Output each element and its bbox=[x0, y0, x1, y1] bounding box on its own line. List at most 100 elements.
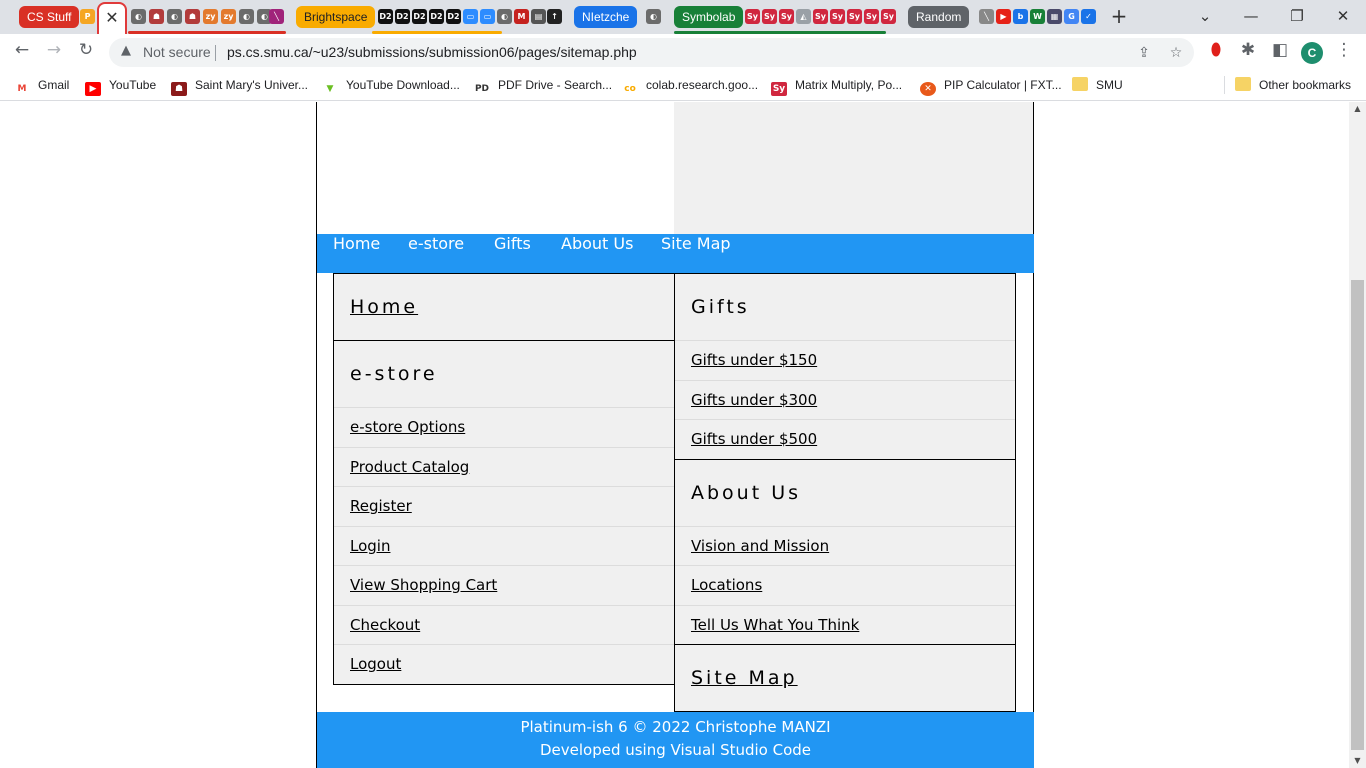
tab-favicon[interactable]: zy bbox=[221, 9, 236, 24]
bookmarks-separator bbox=[1224, 76, 1225, 94]
tab-favicon[interactable]: P bbox=[80, 9, 95, 24]
tab-group-cs-stuff[interactable]: CS Stuff bbox=[19, 6, 80, 28]
tab-group-brightspace[interactable]: Brightspace bbox=[296, 6, 376, 28]
tab-favicon[interactable]: ▭ bbox=[480, 9, 495, 24]
close-tab-icon[interactable]: ✕ bbox=[105, 8, 118, 27]
tab-favicon[interactable]: D2 bbox=[446, 9, 461, 24]
scrollbar-thumb[interactable] bbox=[1351, 280, 1364, 750]
login-link[interactable]: Login bbox=[350, 537, 390, 555]
tab-favicon[interactable]: Sy bbox=[864, 9, 879, 24]
close-window-button[interactable]: ✕ bbox=[1331, 4, 1355, 28]
restore-button[interactable]: ❐ bbox=[1285, 4, 1309, 28]
new-tab-button[interactable]: + bbox=[1107, 4, 1131, 28]
gifts-under-500-link[interactable]: Gifts under $500 bbox=[691, 430, 817, 448]
bookmark-star-icon[interactable]: ☆ bbox=[1166, 43, 1186, 63]
tab-favicon[interactable]: zy bbox=[203, 9, 218, 24]
address-bar[interactable]: ▲ Not secure ps.cs.smu.ca/~u23/submissio… bbox=[109, 38, 1194, 67]
other-bookmarks[interactable]: Other bookmarks bbox=[1235, 76, 1351, 94]
tab-favicon[interactable]: ▤ bbox=[531, 9, 546, 24]
list-item: Gifts under $500 bbox=[675, 419, 1015, 459]
logout-link[interactable]: Logout bbox=[350, 655, 401, 673]
tell-us-link[interactable]: Tell Us What You Think bbox=[691, 616, 859, 634]
nav-gifts[interactable]: Gifts bbox=[494, 234, 531, 273]
tab-favicon[interactable]: Sy bbox=[745, 9, 760, 24]
nav-about-us[interactable]: About Us bbox=[561, 234, 633, 273]
tab-favicon[interactable]: Sy bbox=[779, 9, 794, 24]
tab-favicon[interactable]: Sy bbox=[813, 9, 828, 24]
page-scrollbar[interactable]: ▲ ▼ bbox=[1349, 102, 1366, 768]
extensions-puzzle-icon[interactable]: ✱ bbox=[1236, 40, 1260, 64]
tab-favicon[interactable]: ☗ bbox=[149, 9, 164, 24]
menu-kebab-icon[interactable]: ⋮ bbox=[1332, 40, 1356, 64]
bookmark-folder-smu[interactable]: SMU bbox=[1072, 76, 1123, 94]
tab-favicon[interactable]: ↑ bbox=[547, 9, 562, 24]
security-label[interactable]: Not secure bbox=[143, 44, 211, 60]
nav-site-map[interactable]: Site Map bbox=[661, 234, 731, 273]
sitemap-site-map-heading[interactable]: Site Map bbox=[691, 667, 798, 689]
checkout-link[interactable]: Checkout bbox=[350, 616, 420, 634]
scroll-up-arrow-icon[interactable]: ▲ bbox=[1349, 102, 1366, 116]
gifts-under-300-link[interactable]: Gifts under $300 bbox=[691, 391, 817, 409]
register-link[interactable]: Register bbox=[350, 497, 412, 515]
nav-estore[interactable]: e-store bbox=[408, 234, 464, 273]
tab-favicon[interactable]: ◐ bbox=[131, 9, 146, 24]
bookmark-pdf-drive[interactable]: PD PDF Drive - Search... bbox=[474, 76, 612, 96]
share-icon[interactable]: ⇪ bbox=[1134, 43, 1154, 63]
tab-favicon[interactable]: W bbox=[1030, 9, 1045, 24]
product-catalog-link[interactable]: Product Catalog bbox=[350, 458, 469, 476]
bookmark-pip-calculator[interactable]: ✕ PIP Calculator | FXT... bbox=[920, 76, 1062, 96]
estore-options-link[interactable]: e-store Options bbox=[350, 418, 465, 436]
tab-favicon[interactable]: ▭ bbox=[463, 9, 478, 24]
tab-group-nietzche[interactable]: NIetzche bbox=[574, 6, 638, 28]
bookmark-smu[interactable]: ☗ Saint Mary's Univer... bbox=[171, 76, 308, 96]
tab-favicon[interactable]: G bbox=[1064, 9, 1079, 24]
back-arrow-icon[interactable]: ← bbox=[10, 40, 34, 64]
tab-favicon[interactable]: ╲ bbox=[979, 9, 994, 24]
tab-favicon[interactable]: ◐ bbox=[167, 9, 182, 24]
forward-arrow-icon[interactable]: → bbox=[42, 40, 66, 64]
tab-favicon[interactable]: Sy bbox=[847, 9, 862, 24]
active-tab[interactable]: ✕ bbox=[97, 2, 127, 34]
bookmark-gmail[interactable]: M Gmail bbox=[14, 76, 69, 96]
sitemap-home-heading[interactable]: Home bbox=[350, 296, 418, 318]
bookmark-youtube-downloader[interactable]: ▼ YouTube Download... bbox=[322, 76, 460, 96]
tab-favicon[interactable]: ◐ bbox=[239, 9, 254, 24]
side-panel-icon[interactable]: ◧ bbox=[1268, 40, 1292, 64]
tab-favicon[interactable]: ╲ bbox=[269, 9, 284, 24]
tab-favicon[interactable]: ◐ bbox=[646, 9, 661, 24]
gifts-under-150-link[interactable]: Gifts under $150 bbox=[691, 351, 817, 369]
opera-extension-icon[interactable]: ⬮ bbox=[1204, 40, 1228, 64]
scroll-down-arrow-icon[interactable]: ▼ bbox=[1349, 754, 1366, 768]
tab-group-random[interactable]: Random bbox=[908, 6, 970, 28]
profile-avatar[interactable]: C bbox=[1301, 42, 1323, 64]
tab-favicon[interactable]: ▦ bbox=[1047, 9, 1062, 24]
tab-favicon[interactable]: ◐ bbox=[497, 9, 512, 24]
bookmark-youtube[interactable]: ▶ YouTube bbox=[85, 76, 156, 96]
tab-search-dropdown-icon[interactable]: ⌄ bbox=[1193, 4, 1217, 28]
reload-icon[interactable]: ↻ bbox=[74, 40, 98, 64]
tab-favicon[interactable]: ◭ bbox=[796, 9, 811, 24]
tab-favicon[interactable]: M bbox=[514, 9, 529, 24]
tab-favicon[interactable]: D2 bbox=[378, 9, 393, 24]
tab-favicon[interactable]: Sy bbox=[881, 9, 896, 24]
warning-icon[interactable]: ▲ bbox=[121, 43, 135, 61]
sitemap-about-heading: About Us bbox=[691, 482, 802, 504]
bookmark-matrix-multiply[interactable]: Sy Matrix Multiply, Po... bbox=[771, 76, 902, 96]
nav-home[interactable]: Home bbox=[333, 234, 380, 273]
tab-favicon[interactable]: D2 bbox=[412, 9, 427, 24]
tab-favicon[interactable]: ☗ bbox=[185, 9, 200, 24]
tab-favicon[interactable]: b bbox=[1013, 9, 1028, 24]
tab-favicon[interactable]: Sy bbox=[762, 9, 777, 24]
tab-favicon[interactable]: D2 bbox=[429, 9, 444, 24]
minimize-button[interactable]: — bbox=[1239, 4, 1263, 28]
view-shopping-cart-link[interactable]: View Shopping Cart bbox=[350, 576, 497, 594]
tab-favicon[interactable]: D2 bbox=[395, 9, 410, 24]
url-text[interactable]: ps.cs.smu.ca/~u23/submissions/submission… bbox=[227, 44, 637, 60]
tab-favicon[interactable]: ▶ bbox=[996, 9, 1011, 24]
locations-link[interactable]: Locations bbox=[691, 576, 762, 594]
tab-favicon[interactable]: Sy bbox=[830, 9, 845, 24]
tab-group-symbolab[interactable]: Symbolab bbox=[674, 6, 744, 28]
vision-mission-link[interactable]: Vision and Mission bbox=[691, 537, 829, 555]
tab-favicon[interactable]: ✓ bbox=[1081, 9, 1096, 24]
bookmark-colab[interactable]: co colab.research.goo... bbox=[622, 76, 758, 96]
